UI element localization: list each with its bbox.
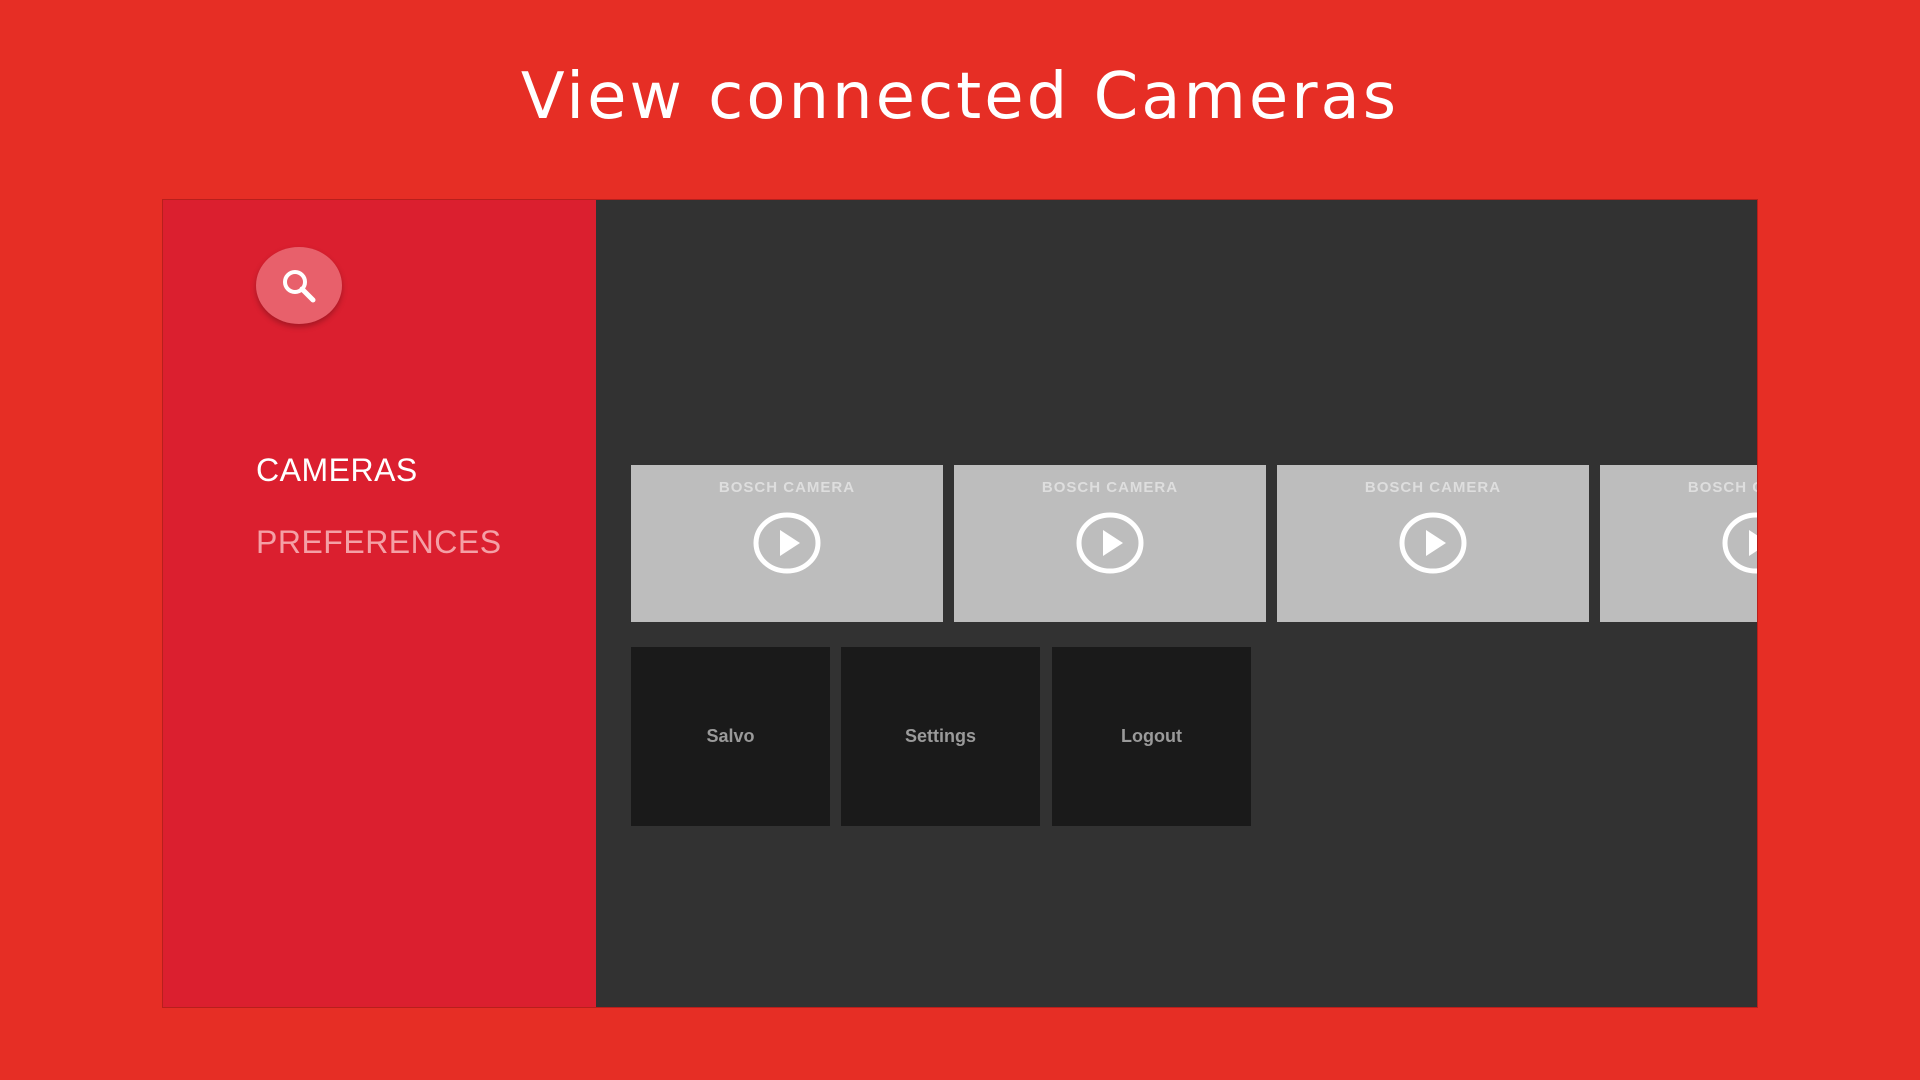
sidebar-item-preferences[interactable]: PREFERENCES	[256, 524, 502, 561]
camera-card[interactable]: BOSCH CAMERA	[954, 465, 1266, 622]
play-circle-icon	[1722, 512, 1757, 574]
play-circle-icon	[753, 512, 821, 574]
settings-tile[interactable]: Settings	[841, 647, 1040, 826]
camera-card[interactable]: BOSCH CAMERA	[1277, 465, 1589, 622]
promo-headline: View connected Cameras	[520, 60, 1400, 134]
salvo-tile[interactable]: Salvo	[631, 647, 830, 826]
sidebar: CAMERAS PREFERENCES	[163, 200, 596, 1007]
play-circle-icon	[1076, 512, 1144, 574]
camera-card-title: BOSCH CAMERA	[1364, 479, 1502, 496]
camera-card[interactable]: BOSCH CAMERA	[631, 465, 943, 622]
logout-tile[interactable]: Logout	[1052, 647, 1251, 826]
camera-cards-row: BOSCH CAMERA BOSCH CAMERA BOSCH CAMERA B…	[631, 465, 1757, 622]
camera-card-title: BOSCH CAMERA	[1687, 479, 1757, 496]
camera-card-title: BOSCH CAMERA	[1041, 479, 1179, 496]
camera-card-title: BOSCH CAMERA	[718, 479, 856, 496]
search-button[interactable]	[256, 247, 342, 324]
tv-app-window: CAMERAS PREFERENCES BOSCH CAMERA BOSCH C…	[162, 199, 1758, 1008]
search-icon	[283, 269, 316, 302]
sidebar-item-cameras[interactable]: CAMERAS	[256, 452, 418, 489]
camera-card[interactable]: BOSCH CAMERA	[1600, 465, 1757, 622]
play-circle-icon	[1399, 512, 1467, 574]
